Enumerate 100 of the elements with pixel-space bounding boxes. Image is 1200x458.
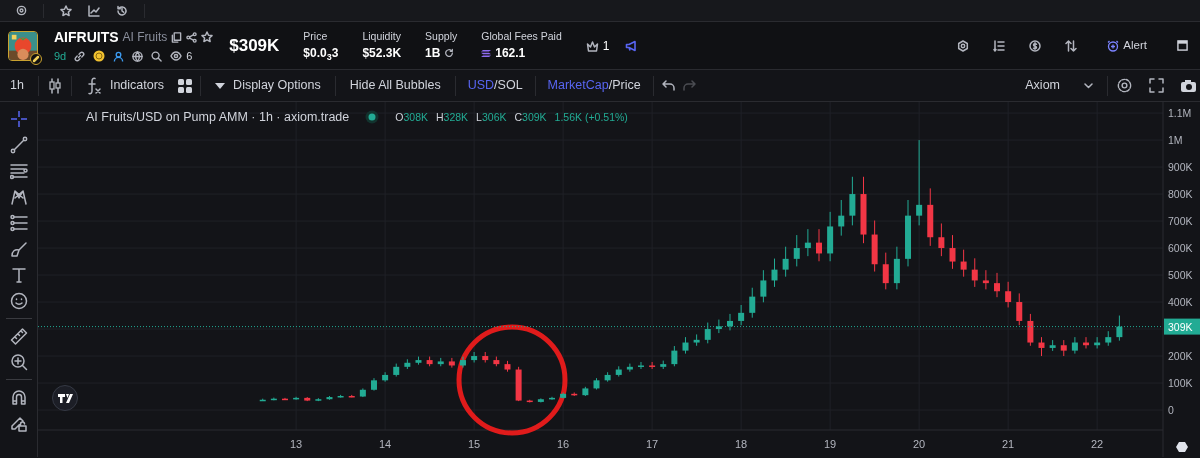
fib-icon[interactable] bbox=[9, 214, 28, 232]
ruler-icon[interactable] bbox=[9, 327, 28, 345]
magnet-icon[interactable] bbox=[9, 388, 28, 406]
candle bbox=[660, 360, 667, 370]
link-icon[interactable] bbox=[74, 50, 86, 62]
settings-icon[interactable] bbox=[16, 5, 27, 16]
candle bbox=[1027, 313, 1034, 347]
refresh-icon[interactable] bbox=[444, 48, 455, 59]
logo-icon[interactable] bbox=[52, 385, 78, 411]
brush-icon[interactable] bbox=[9, 240, 28, 258]
chart-icon[interactable] bbox=[88, 4, 100, 17]
axis-label: 16 bbox=[557, 438, 570, 450]
pattern-icon[interactable] bbox=[9, 188, 28, 206]
axis-label: 18 bbox=[735, 438, 748, 450]
candle bbox=[1083, 336, 1089, 349]
candle bbox=[1038, 336, 1045, 357]
star-icon[interactable] bbox=[201, 31, 214, 44]
display-options-button[interactable]: Display Options bbox=[209, 76, 327, 95]
alert-button[interactable]: Alert bbox=[1101, 36, 1153, 55]
candle bbox=[304, 396, 311, 402]
trend-line-icon[interactable] bbox=[9, 136, 28, 154]
star-icon[interactable] bbox=[60, 4, 72, 17]
candle bbox=[638, 361, 644, 370]
candle bbox=[526, 399, 533, 403]
separator-slash: / bbox=[494, 77, 498, 95]
history-icon[interactable] bbox=[116, 4, 128, 17]
stat-label: Price bbox=[303, 28, 329, 44]
axis-label: 900K bbox=[1168, 161, 1193, 174]
toggle-option[interactable]: MarketCap bbox=[547, 76, 609, 95]
caret-icon bbox=[215, 82, 226, 89]
candle bbox=[727, 313, 733, 331]
undo-icon[interactable] bbox=[661, 80, 675, 91]
candle bbox=[715, 319, 722, 334]
settings-icon[interactable] bbox=[1176, 442, 1188, 452]
candle bbox=[515, 366, 522, 402]
axis-label: 21 bbox=[1002, 438, 1015, 450]
horizontal-lines-icon[interactable] bbox=[9, 162, 28, 180]
candle bbox=[971, 257, 978, 288]
candle bbox=[415, 356, 422, 366]
axis-label: 20 bbox=[913, 438, 926, 450]
change-value: 1.56K (+0.51%) bbox=[554, 109, 628, 125]
candle bbox=[1005, 281, 1012, 308]
settings-icon[interactable] bbox=[957, 39, 970, 52]
list-icon[interactable] bbox=[993, 39, 1006, 52]
crosshair-icon[interactable] bbox=[9, 110, 28, 128]
candle bbox=[593, 377, 600, 390]
candle bbox=[693, 333, 700, 347]
stat-value: 1B bbox=[425, 45, 441, 63]
indicators-button[interactable]: Indicators bbox=[79, 76, 171, 95]
candle bbox=[437, 357, 444, 367]
candle bbox=[270, 397, 277, 401]
candle bbox=[827, 211, 834, 262]
toggle-option[interactable]: SOL bbox=[497, 76, 523, 95]
dollar-icon[interactable] bbox=[1029, 39, 1042, 52]
grid-icon[interactable] bbox=[178, 78, 193, 93]
user-icon[interactable] bbox=[113, 50, 125, 62]
candle bbox=[860, 176, 867, 244]
axis-label: 19 bbox=[824, 438, 837, 450]
megaphone-icon[interactable] bbox=[625, 39, 639, 52]
stat-label: Global Fees Paid bbox=[481, 28, 562, 44]
candle bbox=[793, 234, 800, 267]
share-icon[interactable] bbox=[186, 31, 198, 43]
candle bbox=[426, 356, 433, 367]
status-dot-icon bbox=[365, 110, 380, 125]
candle bbox=[493, 356, 500, 367]
settings-icon[interactable] bbox=[1116, 77, 1133, 94]
candle bbox=[960, 249, 967, 278]
source-dropdown[interactable]: Axiom bbox=[1019, 76, 1099, 95]
candle bbox=[537, 397, 544, 403]
candle bbox=[326, 395, 333, 401]
search-icon[interactable] bbox=[151, 50, 163, 62]
candle bbox=[1094, 336, 1101, 349]
fullscreen-icon[interactable] bbox=[1149, 78, 1164, 93]
redo-icon bbox=[682, 80, 696, 91]
emoji-icon[interactable] bbox=[9, 292, 28, 310]
watcher-count: 6 bbox=[186, 48, 193, 64]
hide-bubbles-button[interactable]: Hide All Bubbles bbox=[343, 76, 447, 95]
toggle-option[interactable]: Price bbox=[612, 76, 641, 95]
sort-icon[interactable] bbox=[1065, 39, 1078, 52]
candlestick-icon[interactable] bbox=[46, 77, 63, 94]
text-icon[interactable] bbox=[9, 266, 28, 284]
candle bbox=[315, 397, 322, 402]
ohlc-value: O308K bbox=[395, 109, 428, 125]
candle bbox=[671, 345, 678, 367]
ohlc-value: L306K bbox=[476, 109, 507, 125]
toggle-option[interactable]: USD bbox=[467, 76, 495, 95]
function-icon bbox=[85, 76, 102, 95]
camera-icon[interactable] bbox=[1180, 78, 1196, 93]
interval-button[interactable]: 1h bbox=[4, 76, 30, 95]
lock-pencil-icon[interactable] bbox=[9, 414, 28, 432]
panel-icon[interactable] bbox=[1177, 40, 1188, 51]
separator-slash: / bbox=[608, 77, 613, 95]
copy-icon[interactable] bbox=[171, 31, 183, 43]
candle bbox=[938, 223, 945, 257]
zoom-icon[interactable] bbox=[9, 353, 28, 371]
globe-icon[interactable] bbox=[132, 50, 144, 62]
alarm-icon bbox=[1107, 39, 1120, 52]
candle bbox=[1049, 339, 1056, 352]
coin-icon[interactable] bbox=[93, 50, 106, 62]
candle bbox=[382, 371, 389, 383]
